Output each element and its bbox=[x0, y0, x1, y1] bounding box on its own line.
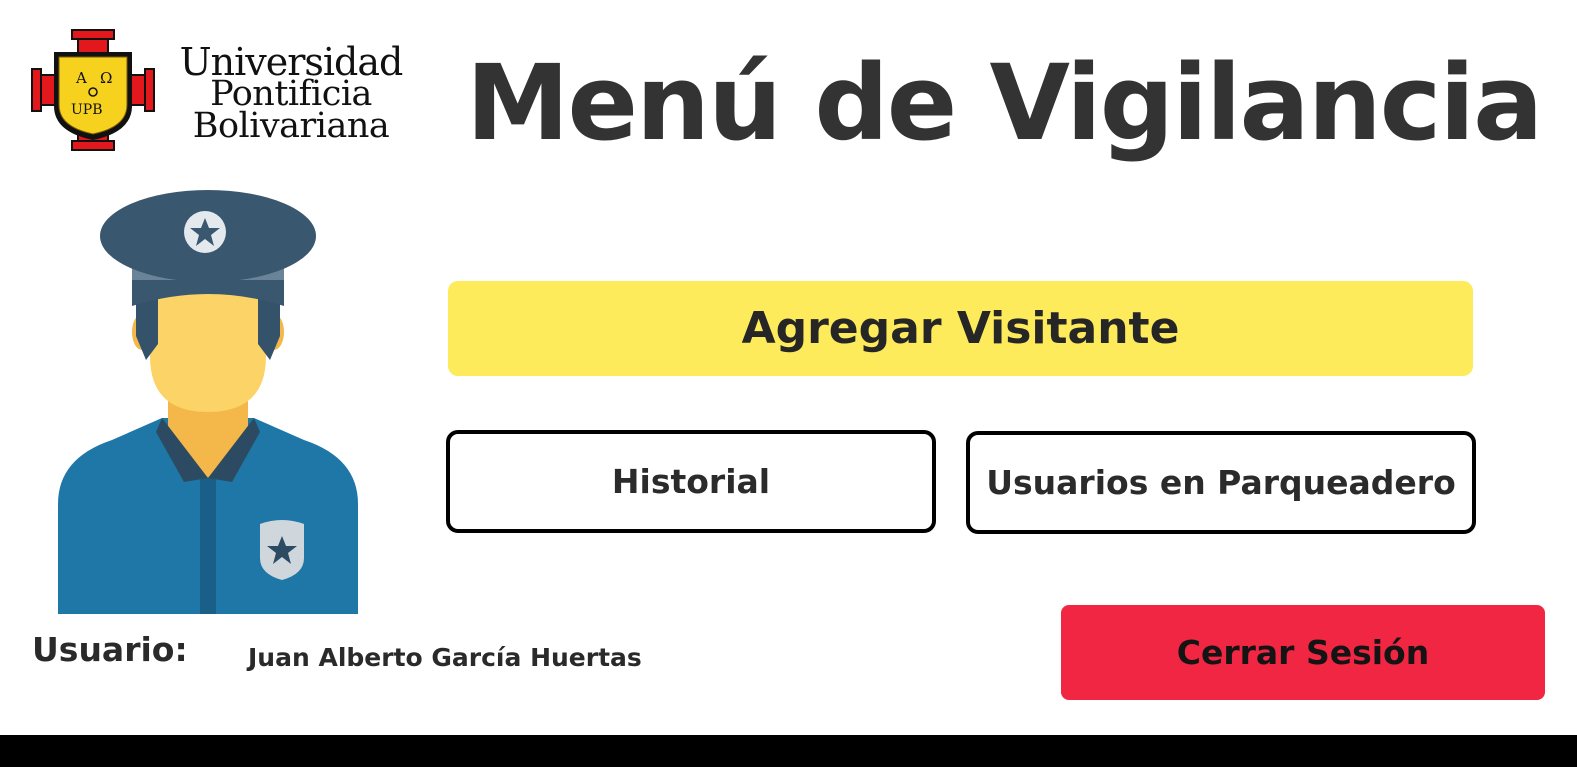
university-logo: A Ω UPB Universidad Pontificia Bolivaria… bbox=[28, 28, 418, 152]
vigilance-menu-window: A Ω UPB Universidad Pontificia Bolivaria… bbox=[0, 0, 1577, 767]
seal-omega: Ω bbox=[100, 69, 112, 87]
logout-button[interactable]: Cerrar Sesión bbox=[1061, 605, 1545, 700]
page-title: Menú de Vigilancia bbox=[466, 42, 1543, 164]
university-seal-icon: A Ω UPB bbox=[31, 29, 155, 151]
history-button[interactable]: Historial bbox=[446, 430, 936, 533]
add-visitor-button[interactable]: Agregar Visitante bbox=[448, 281, 1473, 376]
bottom-bar bbox=[0, 735, 1577, 767]
logo-line-bolivariana: Bolivariana bbox=[192, 106, 390, 146]
parking-users-button[interactable]: Usuarios en Parqueadero bbox=[966, 431, 1476, 534]
seal-upb: UPB bbox=[71, 102, 103, 118]
university-name: Universidad Pontificia Bolivariana bbox=[166, 43, 416, 146]
user-name: Juan Alberto García Huertas bbox=[248, 643, 642, 672]
user-label: Usuario: bbox=[32, 630, 188, 669]
seal-alpha: A bbox=[75, 69, 87, 87]
security-guard-avatar-icon bbox=[58, 190, 358, 614]
